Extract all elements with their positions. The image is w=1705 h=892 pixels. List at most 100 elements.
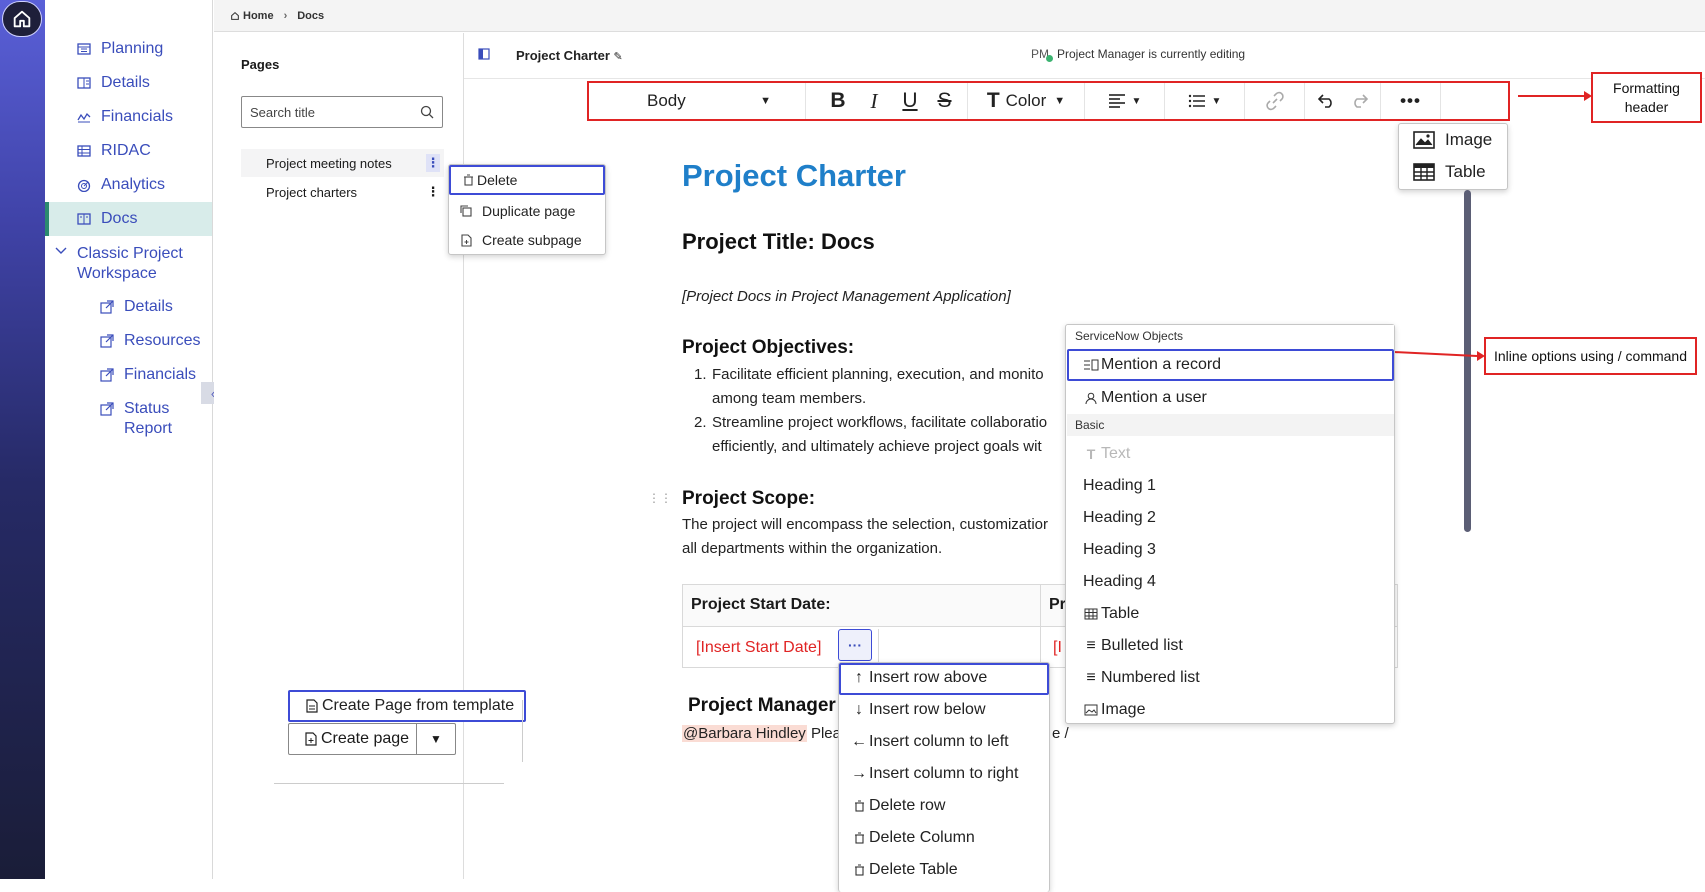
undo-icon[interactable] xyxy=(1317,94,1336,108)
panel-toggle-icon[interactable] xyxy=(478,48,490,60)
create-page-dropdown[interactable]: ▼ xyxy=(417,724,455,754)
user-mention[interactable]: @Barbara Hindley xyxy=(682,725,807,742)
bold-button[interactable]: B xyxy=(820,83,856,119)
table-header-cell[interactable]: Project Start Date: xyxy=(691,596,831,614)
italic-button[interactable]: I xyxy=(856,83,892,119)
nav-item-ridac[interactable]: RIDAC xyxy=(45,134,212,168)
arrow-right-icon: → xyxy=(851,765,867,782)
create-subpage-option[interactable]: Create subpage xyxy=(459,231,582,249)
doc-subtitle: [Project Docs in Project Management Appl… xyxy=(682,288,1011,305)
insert-image-option[interactable]: Image xyxy=(1413,130,1492,150)
docs-icon xyxy=(77,212,91,226)
insert-column-left-option[interactable]: ← Insert column to left xyxy=(851,733,1009,751)
menu-item-label: Delete xyxy=(477,172,518,188)
nav-item-analytics[interactable]: Analytics xyxy=(45,168,212,202)
delete-table-option[interactable]: Delete Table xyxy=(851,861,958,879)
button-label: Create Page from template xyxy=(322,697,515,714)
text-option[interactable]: T Text xyxy=(1067,438,1394,470)
pencil-icon[interactable]: ✎ xyxy=(614,51,623,63)
doc-title[interactable]: Project Charter ✎ xyxy=(516,48,623,63)
nav-group-classic-workspace[interactable]: Classic Project Workspace xyxy=(45,244,212,284)
page-item[interactable]: Project meeting notes ⋮ xyxy=(241,149,444,177)
button-label: Create page xyxy=(321,730,410,747)
nav-item-planning[interactable]: Planning xyxy=(45,32,212,66)
menu-item-label: Mention a user xyxy=(1101,389,1207,406)
nav-subitem-resources[interactable]: Resources xyxy=(100,331,212,351)
delete-column-option[interactable]: Delete Column xyxy=(851,829,975,847)
menu-item-label: Heading 2 xyxy=(1083,509,1156,526)
nav-subitem-details[interactable]: Details xyxy=(100,297,212,317)
paragraph-text: Plea xyxy=(810,725,841,742)
annotation-text: Inline options using / command xyxy=(1494,347,1687,364)
list-item-continuation: among team members. xyxy=(712,390,867,407)
link-button[interactable] xyxy=(1245,83,1305,119)
create-page-button[interactable]: Create page xyxy=(289,724,417,754)
duplicate-page-option[interactable]: Duplicate page xyxy=(459,202,575,220)
breadcrumb-current[interactable]: Docs xyxy=(297,10,324,22)
arrow-left-icon: ← xyxy=(851,733,867,750)
table-option[interactable]: Table xyxy=(1067,598,1394,630)
insert-row-above-option[interactable]: ↑ Insert row above xyxy=(851,669,987,687)
strikethrough-button[interactable]: S xyxy=(928,83,968,119)
nav-item-label: Docs xyxy=(101,210,138,227)
avatar: PM xyxy=(1031,47,1053,62)
nav-subitem-status-report[interactable]: Status Report xyxy=(100,399,212,439)
nav-item-label: RIDAC xyxy=(101,142,151,159)
caret-down-icon: ▼ xyxy=(1054,95,1066,107)
create-from-template-button[interactable]: Create Page from template xyxy=(288,690,526,722)
underline-icon: U xyxy=(902,89,918,112)
nav-subitem-label: Status Report xyxy=(124,400,173,437)
bulleted-list-option[interactable]: ≡ Bulleted list xyxy=(1067,630,1394,662)
nav-item-label: Financials xyxy=(101,108,174,125)
list-item-text: Streamline project workflows, facilitate… xyxy=(712,414,1048,431)
heading-4-option[interactable]: Heading 4 xyxy=(1067,566,1394,598)
table-cell[interactable]: [I xyxy=(1053,639,1062,657)
insert-table-option[interactable]: Table xyxy=(1413,162,1486,182)
mention-user-option[interactable]: Mention a user xyxy=(1067,382,1394,414)
delete-page-option[interactable]: Delete xyxy=(449,165,605,195)
formatting-toolbar: Body ▼ B I U S T Color ▼ ▼ ▼ ••• xyxy=(587,81,1510,121)
trash-icon xyxy=(851,864,867,876)
more-options-icon[interactable]: ⋮ xyxy=(426,154,440,172)
table-cell[interactable]: [Insert Start Date] xyxy=(696,639,821,657)
align-dropdown[interactable]: ▼ xyxy=(1085,83,1165,119)
page-item[interactable]: Project charters ⋮ xyxy=(241,178,444,206)
delete-row-option[interactable]: Delete row xyxy=(851,797,945,815)
image-icon xyxy=(1413,131,1435,149)
nav-item-financials[interactable]: Financials xyxy=(45,100,212,134)
image-option[interactable]: Image xyxy=(1067,694,1394,726)
nav-subitem-financials[interactable]: Financials xyxy=(100,365,212,385)
insert-column-right-option[interactable]: → Insert column to right xyxy=(851,765,1018,783)
text-style-dropdown[interactable]: Body ▼ xyxy=(589,83,806,119)
heading-3-option[interactable]: Heading 3 xyxy=(1067,534,1394,566)
numbered-list-option[interactable]: ≡ Numbered list xyxy=(1067,662,1394,694)
more-options-button[interactable]: ••• xyxy=(1381,83,1441,119)
table-header-cell[interactable]: Pr xyxy=(1049,596,1066,614)
color-label: Color xyxy=(1005,91,1047,110)
list-dropdown[interactable]: ▼ xyxy=(1165,83,1245,119)
app-rail xyxy=(0,0,45,879)
redo-icon[interactable] xyxy=(1350,94,1368,108)
list-item: 2. Streamline project workflows, facilita… xyxy=(694,414,1048,431)
heading-1-option[interactable]: Heading 1 xyxy=(1067,470,1394,502)
text-color-dropdown[interactable]: T Color ▼ xyxy=(968,83,1085,119)
insert-row-below-option[interactable]: ↓ Insert row below xyxy=(851,701,986,719)
search-input[interactable]: Search title xyxy=(241,96,443,128)
drag-handle-icon[interactable]: ⋮⋮ xyxy=(648,491,672,505)
list-item: 1. Facilitate efficient planning, executi… xyxy=(694,366,1044,383)
analytics-icon xyxy=(77,178,91,192)
mention-record-option[interactable]: Mention a record xyxy=(1067,349,1394,381)
pages-title: Pages xyxy=(241,57,280,72)
nav-item-details[interactable]: Details xyxy=(45,66,212,100)
heading-2-option[interactable]: Heading 2 xyxy=(1067,502,1394,534)
more-options-icon[interactable]: ⋮ xyxy=(426,183,440,201)
table-cell-options-button[interactable]: ··· xyxy=(838,629,872,661)
nav-item-docs[interactable]: Docs xyxy=(45,202,212,236)
doc-heading-title: Project Charter xyxy=(682,158,906,193)
nav-item-label: Analytics xyxy=(101,176,166,193)
breadcrumb-home[interactable]: Home xyxy=(243,10,274,22)
home-button[interactable] xyxy=(2,1,42,37)
menu-item-label: Table xyxy=(1101,605,1140,622)
record-icon xyxy=(1083,359,1099,371)
underline-button[interactable]: U xyxy=(892,83,928,119)
